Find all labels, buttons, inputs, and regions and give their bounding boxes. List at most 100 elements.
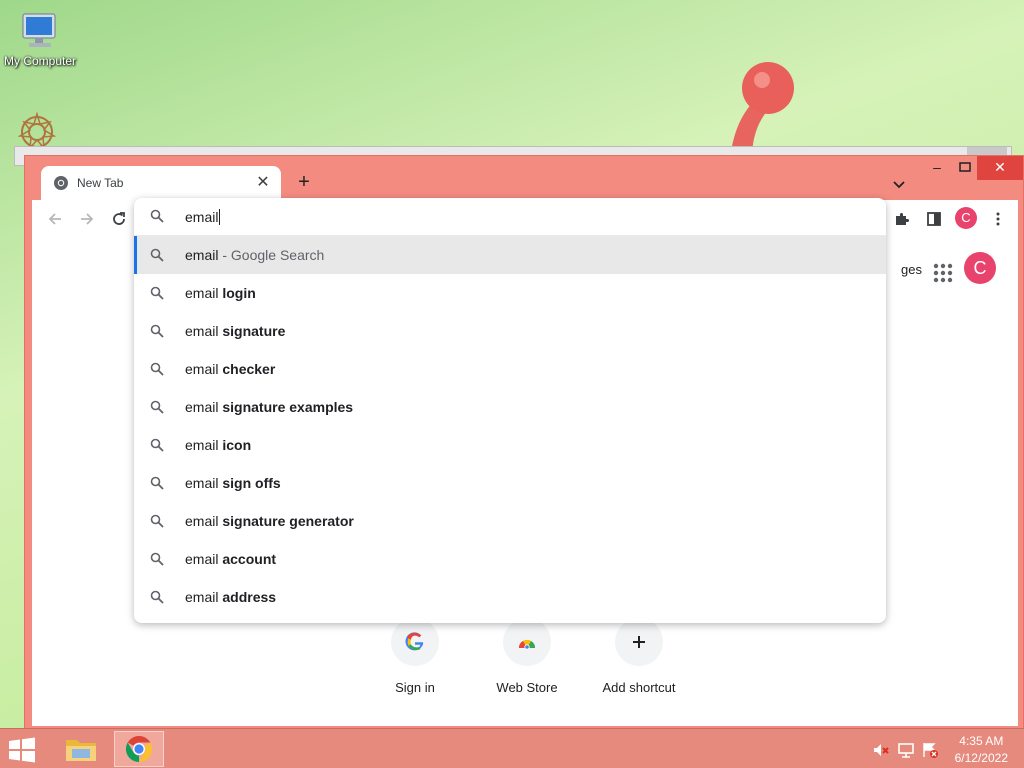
chrome-favicon-icon — [54, 176, 68, 190]
tab-close-icon[interactable]: ✕ — [253, 173, 273, 193]
shortcut-label: Sign in — [395, 680, 435, 695]
puzzle-icon — [896, 213, 909, 225]
search-icon — [150, 324, 164, 338]
suggestion-prefix: email — [185, 437, 219, 453]
suggestion-text: email sign offs — [185, 475, 281, 491]
suggestion-prefix: email — [185, 323, 219, 339]
suggestion-completion: login — [222, 285, 256, 301]
back-button[interactable] — [42, 206, 68, 232]
shortcut-label: Add shortcut — [602, 680, 676, 695]
extensions-button[interactable] — [889, 206, 915, 232]
clock-time: 4:35 AM — [959, 734, 1004, 748]
forward-arrow-icon — [81, 213, 94, 225]
suggestion-prefix: email — [185, 589, 219, 605]
computer-icon — [22, 13, 56, 47]
more-vertical-icon — [996, 212, 1000, 226]
start-windows-icon[interactable] — [8, 737, 36, 763]
chrome-icon — [125, 735, 153, 763]
action-center-warning-icon[interactable] — [921, 741, 939, 759]
suggestion-completion: signature examples — [222, 399, 354, 415]
suggestion-item[interactable]: email - Google Search — [134, 236, 886, 274]
suggestion-item[interactable]: email address — [134, 578, 886, 616]
tab-search-icon[interactable] — [887, 172, 911, 196]
suggestion-prefix: email — [185, 247, 219, 263]
omnibox-input[interactable]: email — [134, 198, 886, 236]
images-link[interactable]: ges — [901, 262, 922, 277]
suggestion-completion: account — [222, 551, 277, 567]
omnibox-dropdown: email email - Google Search email login em… — [134, 198, 886, 623]
suggestion-item[interactable]: email account — [134, 540, 886, 578]
google-logo-icon — [405, 632, 424, 651]
suggestion-item[interactable]: email signature — [134, 312, 886, 350]
suggestion-text: email checker — [185, 361, 275, 377]
shortcut-tile — [503, 618, 551, 666]
suggestion-text: email - Google Search — [185, 247, 324, 263]
taskbar-file-explorer[interactable] — [56, 731, 106, 767]
tab-title: New Tab — [77, 176, 124, 190]
plus-icon — [633, 636, 645, 648]
search-icon — [150, 590, 164, 604]
suggestion-prefix: email — [185, 475, 219, 491]
suggestion-completion: checker — [222, 361, 276, 377]
omnibox-query: email — [185, 209, 219, 225]
suggestion-completion: sign offs — [222, 475, 281, 491]
suggestion-completion: address — [222, 589, 277, 605]
suggestion-item[interactable]: email checker — [134, 350, 886, 388]
search-icon — [150, 400, 164, 414]
web-store-icon — [518, 639, 536, 650]
text-caret — [219, 209, 221, 225]
side-panel-icon — [927, 212, 941, 226]
suggestion-item[interactable]: email signature examples — [134, 388, 886, 426]
folder-icon — [66, 740, 96, 761]
search-icon — [150, 552, 164, 566]
profile-avatar-small[interactable]: C — [955, 207, 977, 229]
search-icon — [150, 362, 164, 376]
tab-new-tab[interactable]: New Tab ✕ — [41, 166, 281, 200]
suggestion-completion: icon — [222, 437, 252, 453]
profile-avatar-large[interactable]: C — [964, 252, 996, 284]
taskbar-chrome[interactable] — [114, 731, 164, 767]
search-icon — [150, 514, 164, 528]
suggestion-text: email address — [185, 589, 276, 605]
new-tab-button[interactable]: + — [291, 170, 317, 196]
search-icon — [150, 438, 164, 452]
google-apps-icon[interactable] — [932, 262, 954, 284]
desktop-icon-my-computer[interactable]: My Computer — [0, 8, 80, 68]
shortcut-label: Web Store — [496, 680, 558, 695]
suggestion-prefix: email — [185, 551, 219, 567]
suggestion-item[interactable]: email signature generator — [134, 502, 886, 540]
omnibox-text: email — [185, 209, 221, 225]
shortcut-sign-in[interactable]: Sign in — [359, 618, 471, 695]
suggestion-prefix: email — [185, 513, 219, 529]
suggestion-item[interactable]: email login — [134, 274, 886, 312]
close-window-button[interactable]: ✕ — [977, 156, 1023, 180]
suggestion-text: email signature examples — [185, 399, 353, 415]
suggestion-completion: signature generator — [222, 513, 354, 529]
suggestion-item[interactable]: email icon — [134, 426, 886, 464]
maximize-icon — [959, 162, 971, 172]
search-icon — [150, 248, 164, 262]
network-icon[interactable] — [897, 741, 915, 759]
side-panel-button[interactable] — [921, 206, 947, 232]
suggestion-prefix: email — [185, 285, 219, 301]
suggestion-text: email login — [185, 285, 256, 301]
shortcut-tile — [615, 618, 663, 666]
chrome-menu-button[interactable] — [985, 206, 1011, 232]
back-arrow-icon — [48, 213, 61, 225]
search-icon — [150, 209, 164, 223]
suggestion-text: email icon — [185, 437, 251, 453]
reload-button[interactable] — [106, 206, 132, 232]
shortcut-add[interactable]: Add shortcut — [583, 618, 695, 695]
suggestion-prefix: email — [185, 361, 219, 377]
taskbar: 4:35 AM 6/12/2022 — [0, 728, 1024, 768]
suggestion-item[interactable]: email sign offs — [134, 464, 886, 502]
reload-icon — [113, 212, 125, 225]
taskbar-clock[interactable]: 4:35 AM 6/12/2022 — [955, 733, 1008, 767]
search-icon — [150, 476, 164, 490]
suggestion-text: email signature generator — [185, 513, 354, 529]
volume-muted-icon[interactable] — [872, 741, 890, 759]
shortcut-web-store[interactable]: Web Store — [471, 618, 583, 695]
suggestion-completion: signature — [222, 323, 286, 339]
search-icon — [150, 286, 164, 300]
forward-button[interactable] — [74, 206, 100, 232]
